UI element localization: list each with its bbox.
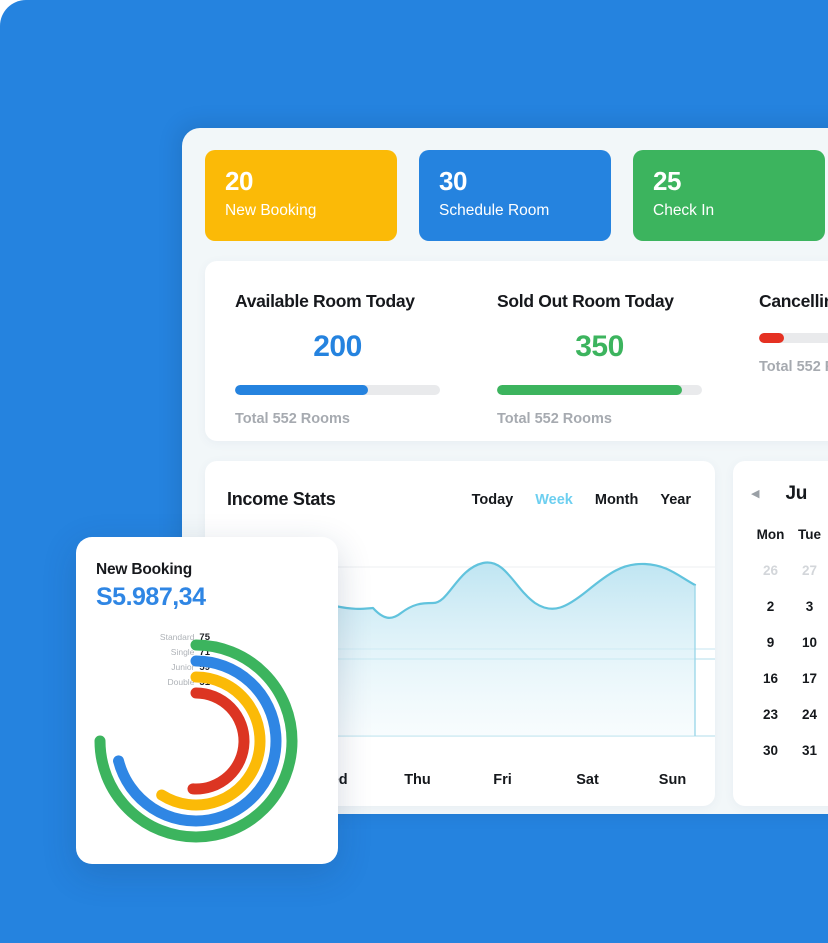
new-booking-floating-card: New Booking S5.987,34 Standard 75 Single… [76,537,338,864]
x-tick: Sun [658,772,687,788]
kpi-label: New Booking [225,202,317,220]
calendar-day[interactable]: 27 [790,563,828,578]
progress-fill [497,385,682,395]
stat-available-room: Available Room Today 200 Total 552 Rooms [205,261,467,441]
calendar-grid: Mon Tue Wed 26 27 28 2 3 4 9 10 11 16 17… [733,527,828,758]
stat-title: Available Room Today [235,291,415,311]
booking-card-amount: S5.987,34 [96,583,206,611]
kpi-schedule-room[interactable]: 30 Schedule Room [419,150,611,241]
calendar-day[interactable]: 23 [751,707,790,722]
screenshot-root: 20 New Booking 30 Schedule Room 25 Check… [0,0,828,943]
calendar-dow: Tue [798,527,821,542]
x-tick: Sat [576,772,599,788]
tab-week[interactable]: Week [535,492,573,508]
progress-bar [497,385,702,395]
radial-bar-chart [94,639,298,843]
calendar-day[interactable]: 2 [751,599,790,614]
progress-bar [759,333,828,343]
radial-bar-double [187,687,250,795]
calendar-day[interactable]: 30 [751,743,790,758]
calendar-day[interactable]: 17 [790,671,828,686]
calendar-day[interactable]: 24 [790,707,828,722]
chevron-left-icon[interactable]: ◀ [751,488,759,500]
calendar-card: ◀ Ju Mon Tue Wed 26 27 28 2 3 4 9 10 11 … [733,461,828,806]
tab-today[interactable]: Today [472,492,514,508]
calendar-day[interactable]: 26 [751,563,790,578]
kpi-value: 30 [439,166,468,196]
stat-title: Cancelling [759,291,828,311]
income-title: Income Stats [227,489,336,509]
income-header: Income Stats Today Week Month Year [205,461,715,510]
stat-total: Total 552 Rooms [759,359,828,375]
progress-fill [759,333,784,343]
kpi-new-booking[interactable]: 20 New Booking [205,150,397,241]
income-range-tabs: Today Week Month Year [472,492,691,508]
kpi-label: Check In [653,202,715,220]
calendar-month-label: Ju [785,483,808,504]
stat-title: Sold Out Room Today [497,291,674,311]
stat-value: 200 [313,330,362,363]
calendar-header: ◀ Ju [733,483,828,505]
calendar-day[interactable]: 9 [751,635,790,650]
booking-card-title: New Booking [96,561,192,578]
stat-total: Total 552 Rooms [235,411,350,427]
kpi-check-in[interactable]: 25 Check In [633,150,825,241]
radial-bar-single [113,655,282,827]
calendar-dow: Mon [756,527,785,542]
calendar-day[interactable]: 3 [790,599,828,614]
stat-value: 350 [575,330,624,363]
stat-total: Total 552 Rooms [497,411,612,427]
stat-sold-out-room: Sold Out Room Today 350 Total 552 Rooms [467,261,729,441]
kpi-value: 20 [225,166,254,196]
tab-month[interactable]: Month [595,492,638,508]
tab-year[interactable]: Year [660,492,691,508]
stat-cancelling: Cancelling Total 552 Rooms [729,261,828,441]
kpi-card-row: 20 New Booking 30 Schedule Room 25 Check… [205,150,825,241]
x-tick: Thu [404,772,431,788]
progress-bar [235,385,440,395]
kpi-label: Schedule Room [439,202,550,220]
kpi-value: 25 [653,166,682,196]
calendar-day[interactable]: 16 [751,671,790,686]
calendar-day[interactable]: 10 [790,635,828,650]
room-stats-card: Available Room Today 200 Total 552 Rooms… [205,261,828,441]
progress-fill [235,385,369,395]
calendar-day[interactable]: 31 [790,743,828,758]
x-tick: Fri [493,772,512,788]
